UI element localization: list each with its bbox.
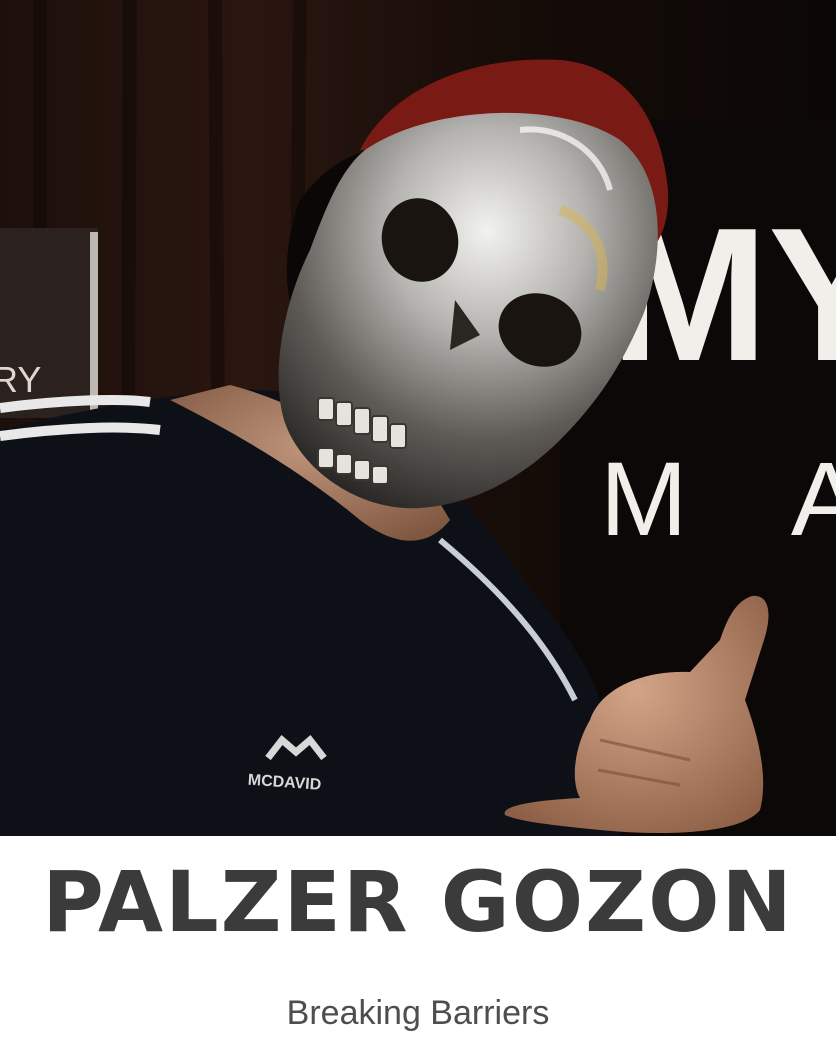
caption-block: PALZER GOZON Breaking Barriers [0, 836, 836, 1056]
poster-text: RY [0, 359, 41, 400]
banner-text-row2: M A [600, 441, 836, 558]
person-subtitle: Breaking Barriers [286, 994, 550, 1032]
portrait-photo: MY M A RY MCDAVID [0, 0, 836, 836]
person-name: PALZER GOZON [42, 853, 794, 951]
